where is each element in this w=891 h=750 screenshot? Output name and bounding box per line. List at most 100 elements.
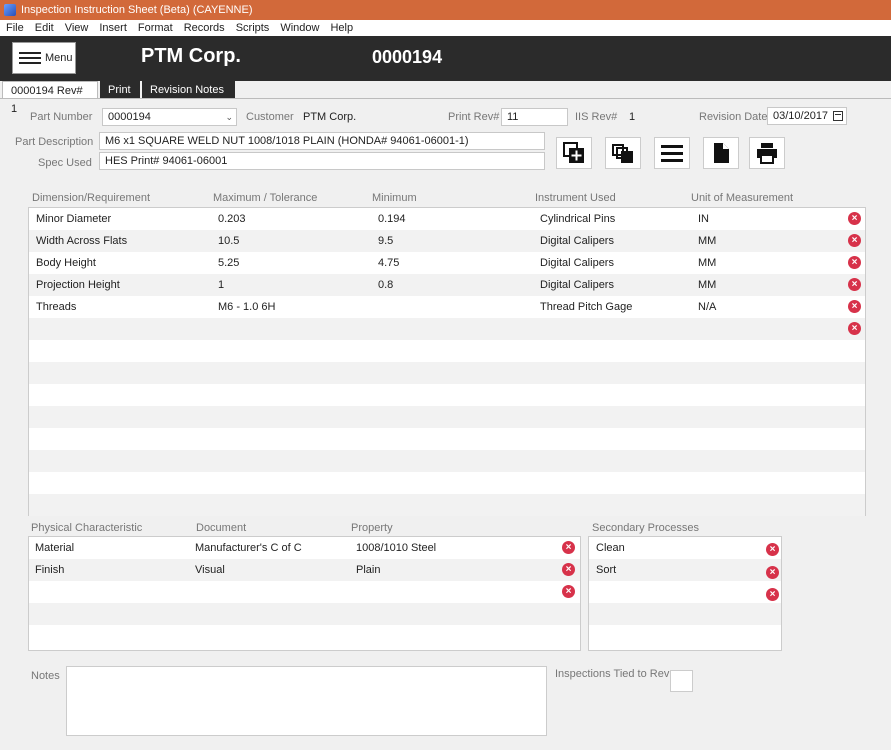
table-row[interactable]: Width Across Flats 10.5 9.5 Digital Cali… — [29, 230, 865, 252]
empty-row[interactable] — [589, 625, 781, 647]
minimum-cell[interactable]: 9.5 — [378, 235, 393, 247]
new-document-button[interactable] — [703, 137, 739, 169]
delete-icon[interactable]: × — [848, 300, 861, 313]
menu-insert[interactable]: Insert — [99, 22, 127, 34]
delete-icon[interactable]: × — [766, 543, 779, 556]
table-row[interactable]: Clean × — [589, 537, 781, 559]
add-record-button[interactable] — [556, 137, 592, 169]
property-cell[interactable]: Plain — [356, 564, 380, 576]
duplicate-button[interactable] — [605, 137, 641, 169]
minimum-cell[interactable]: 0.8 — [378, 279, 393, 291]
table-row[interactable]: Body Height 5.25 4.75 Digital Calipers M… — [29, 252, 865, 274]
empty-row[interactable] — [29, 428, 865, 450]
document-cell[interactable]: Manufacturer's C of C — [195, 542, 302, 554]
maximum-cell[interactable]: 0.203 — [218, 213, 246, 225]
list-view-button[interactable] — [654, 137, 690, 169]
print-button[interactable] — [749, 137, 785, 169]
empty-row[interactable] — [29, 384, 865, 406]
maximum-cell[interactable]: 5.25 — [218, 257, 239, 269]
physical-cell[interactable]: Material — [35, 542, 74, 554]
empty-row[interactable]: × — [29, 581, 580, 603]
spec-used-field[interactable]: HES Print# 94061-06001 — [99, 152, 545, 170]
table-row[interactable]: Sort × — [589, 559, 781, 581]
chevron-down-icon[interactable]: ⌄ — [225, 109, 233, 125]
table-row[interactable]: Material Manufacturer's C of C 1008/1010… — [29, 537, 580, 559]
delete-icon[interactable]: × — [562, 541, 575, 554]
empty-row[interactable] — [589, 603, 781, 625]
menu-format[interactable]: Format — [138, 22, 173, 34]
empty-row[interactable] — [29, 603, 580, 625]
delete-icon[interactable]: × — [848, 256, 861, 269]
delete-icon[interactable]: × — [562, 563, 575, 576]
empty-row[interactable] — [29, 406, 865, 428]
delete-icon[interactable]: × — [848, 212, 861, 225]
maximum-cell[interactable]: 10.5 — [218, 235, 239, 247]
menu-button[interactable]: Menu — [12, 42, 76, 74]
empty-row[interactable] — [29, 625, 580, 647]
minimum-cell[interactable]: 4.75 — [378, 257, 399, 269]
menu-file[interactable]: File — [6, 22, 24, 34]
revision-date-label: Revision Date — [699, 111, 768, 123]
part-description-field[interactable]: M6 x1 SQUARE WELD NUT 1008/1018 PLAIN (H… — [99, 132, 545, 150]
tab-revision[interactable]: 0000194 Rev# 1 — [2, 81, 98, 115]
minimum-cell[interactable]: 0.194 — [378, 213, 406, 225]
table-row[interactable]: Minor Diameter 0.203 0.194 Cylindrical P… — [29, 208, 865, 230]
delete-icon[interactable]: × — [848, 278, 861, 291]
delete-icon[interactable]: × — [562, 585, 575, 598]
tab-print[interactable]: Print — [100, 81, 140, 99]
delete-icon[interactable]: × — [766, 588, 779, 601]
secondary-cell[interactable]: Clean — [596, 542, 625, 554]
instrument-cell[interactable]: Digital Calipers — [540, 257, 614, 269]
document-cell[interactable]: Visual — [195, 564, 225, 576]
empty-row[interactable] — [29, 450, 865, 472]
dimension-cell[interactable]: Threads — [36, 301, 76, 313]
empty-row[interactable]: × — [589, 581, 781, 603]
instrument-cell[interactable]: Digital Calipers — [540, 279, 614, 291]
unit-cell[interactable]: MM — [698, 279, 716, 291]
unit-cell[interactable]: MM — [698, 235, 716, 247]
unit-cell[interactable]: MM — [698, 257, 716, 269]
property-cell[interactable]: 1008/1010 Steel — [356, 542, 436, 554]
empty-row[interactable] — [29, 494, 865, 516]
delete-icon[interactable]: × — [848, 322, 861, 335]
maximum-cell[interactable]: M6 - 1.0 6H — [218, 301, 275, 313]
customer-label: Customer — [246, 111, 294, 123]
print-rev-field[interactable]: 11 — [501, 108, 568, 126]
table-row[interactable]: Finish Visual Plain × — [29, 559, 580, 581]
dimension-cell[interactable]: Minor Diameter — [36, 213, 111, 225]
inspections-tied-checkbox[interactable] — [670, 670, 693, 692]
menu-edit[interactable]: Edit — [35, 22, 54, 34]
menu-window[interactable]: Window — [280, 22, 319, 34]
spec-used-value: HES Print# 94061-06001 — [105, 155, 228, 167]
menu-help[interactable]: Help — [330, 22, 353, 34]
part-number-field[interactable]: 0000194 ⌄ — [102, 108, 237, 126]
table-row[interactable]: Projection Height 1 0.8 Digital Calipers… — [29, 274, 865, 296]
instrument-cell[interactable]: Thread Pitch Gage — [540, 301, 632, 313]
dimension-cell[interactable]: Projection Height — [36, 279, 120, 291]
calendar-icon[interactable] — [833, 111, 843, 121]
secondary-cell[interactable]: Sort — [596, 564, 616, 576]
menu-view[interactable]: View — [65, 22, 89, 34]
empty-row[interactable] — [29, 340, 865, 362]
maximum-cell[interactable]: 1 — [218, 279, 224, 291]
table-row[interactable]: Threads M6 - 1.0 6H Thread Pitch Gage N/… — [29, 296, 865, 318]
dimension-cell[interactable]: Width Across Flats — [36, 235, 127, 247]
unit-cell[interactable]: N/A — [698, 301, 716, 313]
tab-revision-notes[interactable]: Revision Notes — [142, 81, 235, 99]
physical-cell[interactable]: Finish — [35, 564, 64, 576]
unit-cell[interactable]: IN — [698, 213, 709, 225]
empty-row[interactable]: × — [29, 318, 865, 340]
notes-textarea[interactable] — [66, 666, 547, 736]
menu-scripts[interactable]: Scripts — [236, 22, 270, 34]
instrument-cell[interactable]: Digital Calipers — [540, 235, 614, 247]
delete-icon[interactable]: × — [848, 234, 861, 247]
instrument-cell[interactable]: Cylindrical Pins — [540, 213, 615, 225]
dimension-cell[interactable]: Body Height — [36, 257, 96, 269]
empty-row[interactable] — [29, 472, 865, 494]
revision-date-field[interactable]: 03/10/2017 — [767, 107, 847, 125]
dimensions-table: Minor Diameter 0.203 0.194 Cylindrical P… — [28, 207, 866, 516]
delete-icon[interactable]: × — [766, 566, 779, 579]
col-header-document: Document — [196, 522, 247, 534]
menu-records[interactable]: Records — [184, 22, 225, 34]
empty-row[interactable] — [29, 362, 865, 384]
